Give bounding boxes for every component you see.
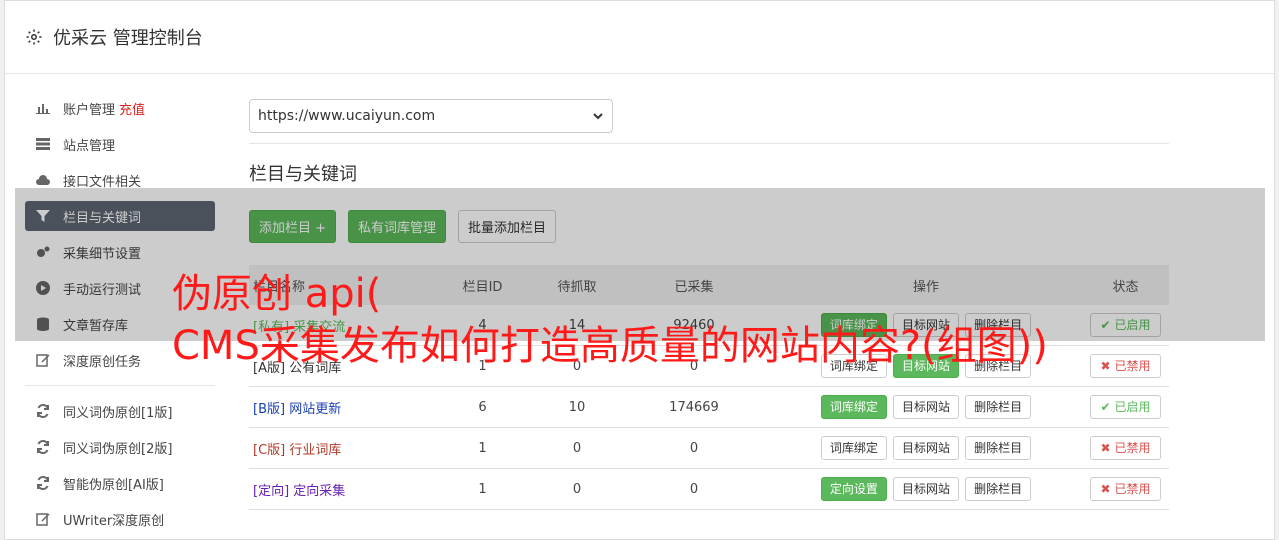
status-cell: ✖ 已禁用 [1082, 345, 1169, 387]
status-cell: ✖ 已禁用 [1082, 427, 1169, 469]
target-site-button[interactable]: 目标网站 [892, 477, 959, 501]
watermark-text: 伪原创 api( CMS采集发布如何打造高质量的网站内容?(组图)) [172, 268, 1048, 372]
bind-library-button[interactable]: 词库绑定 [820, 395, 887, 419]
bind-library-button[interactable]: 词库绑定 [820, 436, 887, 460]
panel-header: 优采云 管理控制台 [5, 1, 1274, 74]
column-tag: [定向] [253, 483, 290, 499]
column-name: 行业词库 [289, 442, 342, 458]
refresh-icon [37, 475, 49, 491]
site-select-value: https://www.ucaiyun.com [258, 108, 436, 124]
scrollbar[interactable] [1275, 0, 1279, 530]
status-toggle[interactable]: ✔ 已启用 [1089, 395, 1162, 419]
column-name: 网站更新 [289, 401, 342, 417]
close-icon: ✖ [1100, 441, 1111, 455]
actions-cell: 定向设置 目标网站 删除栏目 [770, 468, 1082, 510]
collected-count: 0 [618, 468, 770, 510]
edit-icon [36, 513, 50, 526]
table-row: [定向] 定向采集 1 0 0 定向设置 目标网站 删除栏目 ✖ 已禁用 [249, 468, 1169, 510]
column-id: 6 [429, 386, 536, 428]
pending-count[interactable]: 0 [536, 468, 618, 510]
sidebar-item-label: 账户管理 [63, 102, 116, 118]
status-toggle[interactable]: ✖ 已禁用 [1089, 354, 1162, 378]
column-id: 1 [429, 427, 536, 469]
sidebar-item-sites[interactable]: 站点管理 [25, 129, 215, 159]
column-id: 1 [429, 468, 536, 510]
column-name: 定向采集 [293, 483, 346, 499]
status-toggle[interactable]: ✖ 已禁用 [1089, 477, 1162, 501]
column-name-cell[interactable]: [定向] 定向采集 [249, 468, 429, 510]
column-tag: [B版] [253, 401, 286, 417]
close-icon: ✖ [1100, 359, 1111, 373]
status-label: 已禁用 [1114, 359, 1151, 373]
status-label: 已禁用 [1114, 441, 1151, 455]
sidebar-item-label: 同义词伪原创[1版] [63, 405, 173, 421]
edit-icon [36, 354, 50, 367]
delete-column-button[interactable]: 删除栏目 [965, 436, 1032, 460]
watermark-line-2: CMS采集发布如何打造高质量的网站内容?(组图)) [172, 323, 1048, 369]
sidebar-item-label: 接口文件相关 [63, 174, 142, 190]
status-toggle[interactable]: ✖ 已禁用 [1089, 436, 1162, 460]
directed-settings-button[interactable]: 定向设置 [820, 477, 887, 501]
check-icon: ✔ [1100, 400, 1111, 414]
gear-icon [26, 29, 42, 45]
collected-count: 174669 [618, 386, 770, 428]
table-row: [C版] 行业词库 1 0 0 词库绑定 目标网站 删除栏目 ✖ 已禁用 [249, 427, 1169, 469]
target-site-button[interactable]: 目标网站 [892, 395, 959, 419]
delete-column-button[interactable]: 删除栏目 [965, 477, 1032, 501]
table-row: [B版] 网站更新 6 10 174669 词库绑定 目标网站 删除栏目 ✔ 已… [249, 386, 1169, 428]
bar-chart-icon [36, 104, 50, 114]
section-title: 栏目与关键词 [249, 164, 357, 185]
pending-count[interactable]: 10 [536, 386, 618, 428]
sidebar-item-synonym-v1[interactable]: 同义词伪原创[1版] [25, 396, 215, 426]
column-name-cell[interactable]: [C版] 行业词库 [249, 427, 429, 469]
chevron-down-icon [593, 113, 603, 120]
divider [249, 143, 1169, 144]
page-title: 优采云 管理控制台 [53, 28, 203, 49]
sidebar-item-account[interactable]: 账户管理 充值 [25, 93, 215, 123]
status-label: 已禁用 [1114, 482, 1151, 496]
delete-column-button[interactable]: 删除栏目 [965, 395, 1032, 419]
status-label: 已启用 [1114, 400, 1151, 414]
actions-cell: 词库绑定 目标网站 删除栏目 [770, 427, 1082, 469]
sidebar-item-label: 同义词伪原创[2版] [63, 441, 173, 457]
recharge-link[interactable]: 充值 [119, 99, 145, 118]
status-cell: ✔ 已启用 [1082, 386, 1169, 428]
sidebar-item-label: UWriter深度原创 [63, 513, 165, 529]
sidebar-item-label: 站点管理 [63, 138, 116, 154]
status-cell: ✖ 已禁用 [1082, 468, 1169, 510]
collected-count: 0 [618, 427, 770, 469]
refresh-icon [37, 439, 49, 455]
cloud-upload-icon [36, 175, 50, 185]
refresh-icon [37, 403, 49, 419]
target-site-button[interactable]: 目标网站 [892, 436, 959, 460]
site-select[interactable]: https://www.ucaiyun.com [249, 99, 613, 133]
sidebar-item-label: 深度原创任务 [63, 354, 142, 370]
actions-cell: 词库绑定 目标网站 删除栏目 [770, 386, 1082, 428]
pending-count[interactable]: 0 [536, 427, 618, 469]
sidebar-item-label: 智能伪原创[AI版] [63, 477, 164, 493]
server-icon [36, 138, 50, 150]
sidebar-item-synonym-v2[interactable]: 同义词伪原创[2版] [25, 432, 215, 462]
sidebar-item-ai-rewrite[interactable]: 智能伪原创[AI版] [25, 468, 215, 498]
column-tag: [C版] [253, 442, 286, 458]
close-icon: ✖ [1100, 482, 1111, 496]
column-name-cell[interactable]: [B版] 网站更新 [249, 386, 429, 428]
sidebar-divider [25, 385, 215, 386]
watermark-line-1: 伪原创 api( [172, 271, 382, 317]
